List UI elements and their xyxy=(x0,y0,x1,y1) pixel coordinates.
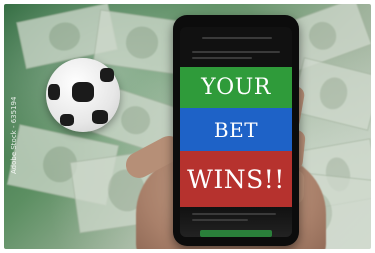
screen-line xyxy=(202,37,272,39)
smartphone: YOUR BET WINS!! xyxy=(173,15,299,246)
ball-patch xyxy=(92,110,108,124)
line-your-text: YOUR xyxy=(201,75,271,100)
line-wins-text: WINS!! xyxy=(187,164,285,194)
ball-patch xyxy=(48,84,60,100)
screen-action-button xyxy=(200,230,272,237)
line-bet-text: BET xyxy=(213,117,259,142)
soccer-ball xyxy=(46,58,120,132)
screen-line xyxy=(192,51,280,53)
win-line-bet: BET xyxy=(180,108,292,151)
ball-patch xyxy=(60,114,74,126)
photo-background: YOUR BET WINS!! Adobe Stock - 635194 xyxy=(4,4,371,249)
ball-patch xyxy=(100,68,114,82)
stock-watermark: Adobe Stock - 635194 xyxy=(10,96,18,174)
screen-line xyxy=(192,213,276,215)
screen-line xyxy=(192,57,252,59)
win-line-your: YOUR xyxy=(180,67,292,108)
win-line-wins: WINS!! xyxy=(180,151,292,207)
screen-line xyxy=(192,219,248,221)
ball-patch xyxy=(72,82,94,102)
screen-header xyxy=(180,33,292,47)
phone-screen: YOUR BET WINS!! xyxy=(180,27,292,237)
